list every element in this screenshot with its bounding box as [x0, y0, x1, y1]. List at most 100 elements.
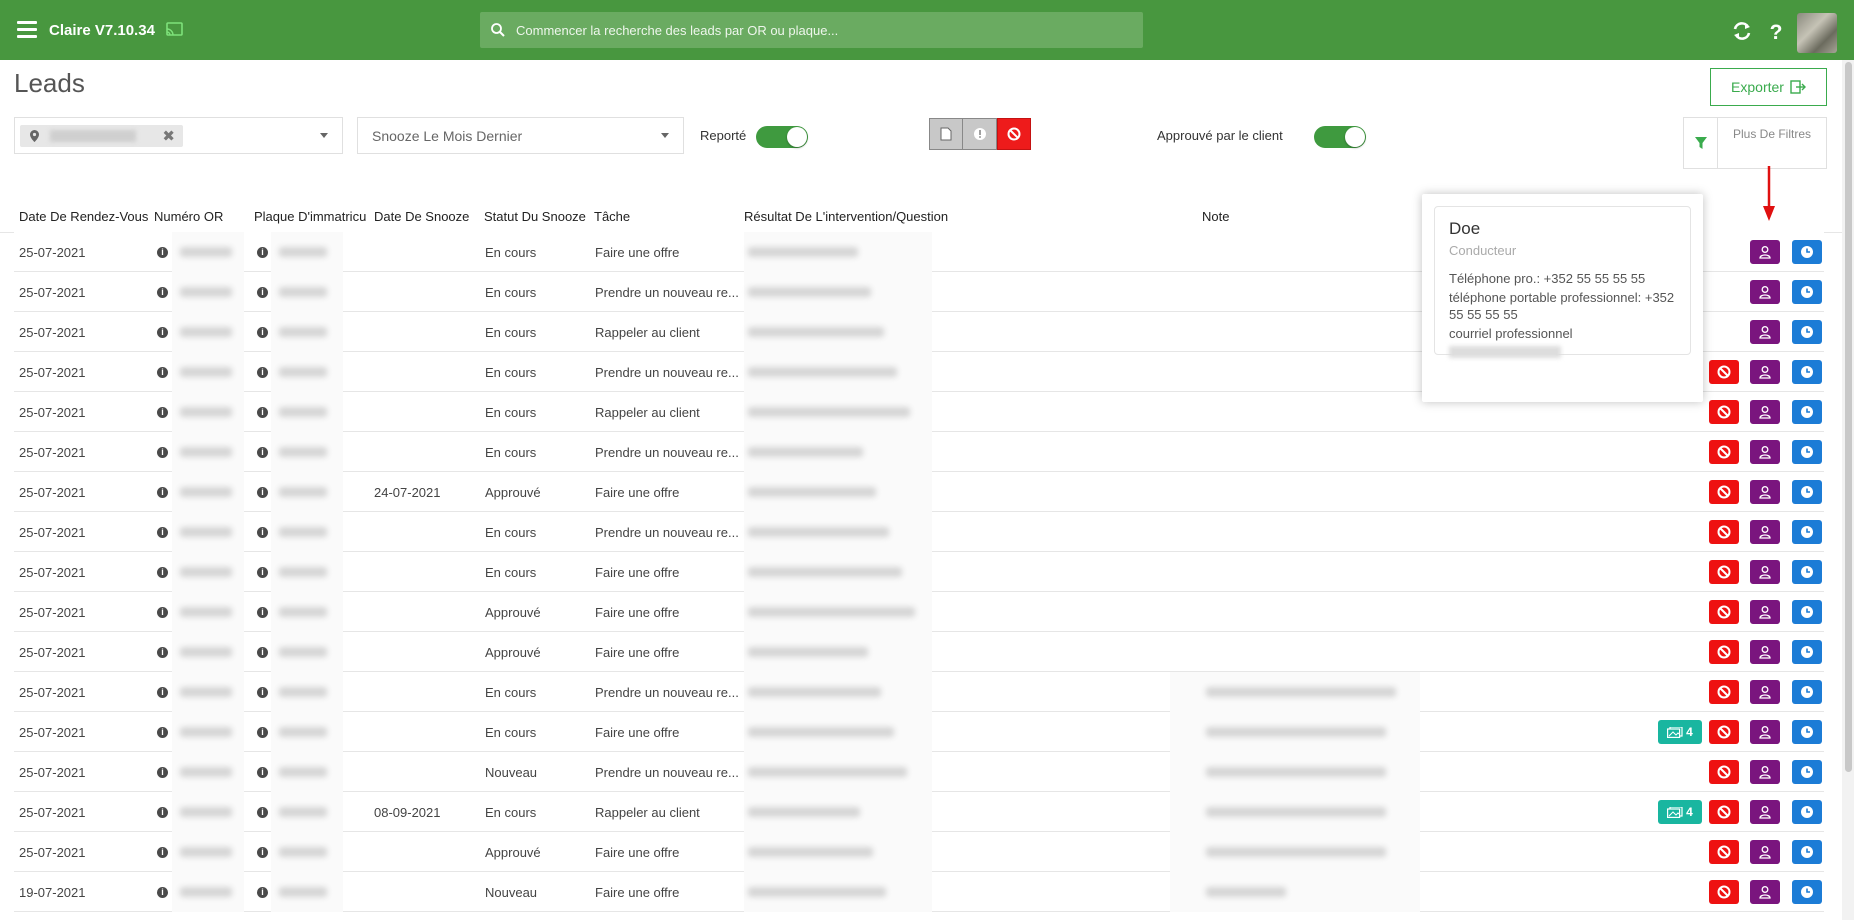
table-row[interactable]: 25-07-2021 i i Approuvé Faire une offre	[14, 592, 1824, 632]
driver-button[interactable]	[1750, 320, 1780, 344]
table-row[interactable]: 25-07-2021 i i En cours Prendre un nouveau r…	[14, 512, 1824, 552]
info-icon[interactable]: i	[157, 807, 168, 818]
info-icon[interactable]: i	[257, 247, 268, 258]
info-icon[interactable]: i	[157, 407, 168, 418]
history-button[interactable]	[1792, 280, 1822, 304]
info-icon[interactable]: i	[157, 487, 168, 498]
block-button[interactable]	[1709, 720, 1739, 744]
info-icon[interactable]: i	[257, 847, 268, 858]
block-button[interactable]	[1709, 880, 1739, 904]
column-header[interactable]: Résultat De L'intervention/Question	[744, 209, 948, 224]
driver-button[interactable]	[1750, 400, 1780, 424]
block-button[interactable]	[1709, 800, 1739, 824]
block-button[interactable]	[1709, 520, 1739, 544]
info-icon[interactable]: i	[257, 727, 268, 738]
block-button[interactable]	[1709, 560, 1739, 584]
info-icon[interactable]: i	[257, 367, 268, 378]
block-button[interactable]	[1709, 640, 1739, 664]
info-icon[interactable]: i	[257, 647, 268, 658]
column-header[interactable]: Tâche	[594, 209, 630, 224]
driver-button[interactable]	[1750, 600, 1780, 624]
driver-button[interactable]	[1750, 280, 1780, 304]
info-icon[interactable]: i	[157, 607, 168, 618]
driver-button[interactable]	[1750, 880, 1780, 904]
history-button[interactable]	[1792, 320, 1822, 344]
driver-button[interactable]	[1750, 640, 1780, 664]
refresh-icon[interactable]	[1731, 20, 1753, 42]
info-icon[interactable]: i	[257, 567, 268, 578]
search-bar[interactable]	[480, 12, 1143, 48]
info-icon[interactable]: i	[257, 407, 268, 418]
table-row[interactable]: 25-07-2021 i i Approuvé Faire une offre	[14, 832, 1824, 872]
history-button[interactable]	[1792, 640, 1822, 664]
history-button[interactable]	[1792, 840, 1822, 864]
history-button[interactable]	[1792, 760, 1822, 784]
scroll-thumb[interactable]	[1845, 62, 1852, 772]
column-header[interactable]: Numéro OR	[154, 209, 223, 224]
blocked-filter-button[interactable]	[997, 118, 1031, 150]
driver-button[interactable]	[1750, 240, 1780, 264]
menu-icon[interactable]	[17, 21, 37, 39]
history-button[interactable]	[1792, 240, 1822, 264]
location-filter[interactable]: ✖	[14, 117, 343, 154]
driver-button[interactable]	[1750, 680, 1780, 704]
history-button[interactable]	[1792, 880, 1822, 904]
table-row[interactable]: 25-07-2021 i i En cours Prendre un nouveau r…	[14, 432, 1824, 472]
block-button[interactable]	[1709, 600, 1739, 624]
table-row[interactable]: 25-07-2021 i i Approuvé Faire une offre	[14, 632, 1824, 672]
driver-button[interactable]	[1750, 560, 1780, 584]
driver-button[interactable]	[1750, 360, 1780, 384]
history-button[interactable]	[1792, 480, 1822, 504]
driver-button[interactable]	[1750, 800, 1780, 824]
table-row[interactable]: 19-07-2021 i i Nouveau Faire une offre	[14, 872, 1824, 912]
snooze-filter[interactable]: Snooze Le Mois Dernier	[357, 117, 684, 154]
block-button[interactable]	[1709, 480, 1739, 504]
info-icon[interactable]: i	[157, 727, 168, 738]
driver-button[interactable]	[1750, 840, 1780, 864]
block-button[interactable]	[1709, 360, 1739, 384]
search-input[interactable]	[516, 22, 1116, 38]
table-row[interactable]: 25-07-2021 i i En cours Faire une offre	[14, 552, 1824, 592]
history-button[interactable]	[1792, 560, 1822, 584]
info-icon[interactable]: i	[257, 607, 268, 618]
driver-button[interactable]	[1750, 480, 1780, 504]
driver-button[interactable]	[1750, 520, 1780, 544]
info-icon[interactable]: i	[257, 887, 268, 898]
history-button[interactable]	[1792, 400, 1822, 424]
chevron-down-icon[interactable]	[320, 133, 328, 138]
column-header[interactable]: Statut Du Snooze	[484, 209, 586, 224]
info-icon[interactable]: i	[157, 687, 168, 698]
table-row[interactable]: 25-07-2021 i i En cours Prendre un nouveau r…	[14, 672, 1824, 712]
info-icon[interactable]: i	[257, 527, 268, 538]
column-header[interactable]: Note	[1202, 209, 1229, 224]
column-header[interactable]: Plaque D'immatricu	[254, 209, 366, 224]
block-button[interactable]	[1709, 760, 1739, 784]
history-button[interactable]	[1792, 360, 1822, 384]
info-icon[interactable]: i	[157, 447, 168, 458]
history-button[interactable]	[1792, 440, 1822, 464]
driver-button[interactable]	[1750, 720, 1780, 744]
approuve-toggle[interactable]	[1314, 126, 1366, 148]
photos-button[interactable]: 4	[1658, 720, 1702, 744]
info-icon[interactable]: i	[157, 647, 168, 658]
history-button[interactable]	[1792, 600, 1822, 624]
info-icon[interactable]: i	[257, 807, 268, 818]
info-icon[interactable]: i	[257, 687, 268, 698]
chevron-down-icon[interactable]	[661, 133, 669, 138]
info-icon[interactable]: i	[157, 327, 168, 338]
column-header[interactable]: Date De Rendez-Vous	[19, 209, 148, 224]
more-filters-button[interactable]: Plus De Filtres	[1683, 117, 1827, 169]
info-icon[interactable]: i	[257, 327, 268, 338]
info-icon[interactable]: i	[257, 767, 268, 778]
block-button[interactable]	[1709, 400, 1739, 424]
table-row[interactable]: 25-07-2021 i i 24-07-2021 Approuvé Faire une …	[14, 472, 1824, 512]
table-row[interactable]: 25-07-2021 i i En cours Faire une offre 4	[14, 712, 1824, 752]
cast-icon[interactable]	[166, 22, 183, 37]
driver-button[interactable]	[1750, 760, 1780, 784]
column-header[interactable]: Date De Snooze	[374, 209, 469, 224]
alert-filter-button[interactable]	[963, 118, 997, 150]
table-row[interactable]: 25-07-2021 i i 08-09-2021 En cours Rappeler a…	[14, 792, 1824, 832]
avatar[interactable]	[1797, 13, 1837, 53]
info-icon[interactable]: i	[157, 887, 168, 898]
photos-button[interactable]: 4	[1658, 800, 1702, 824]
